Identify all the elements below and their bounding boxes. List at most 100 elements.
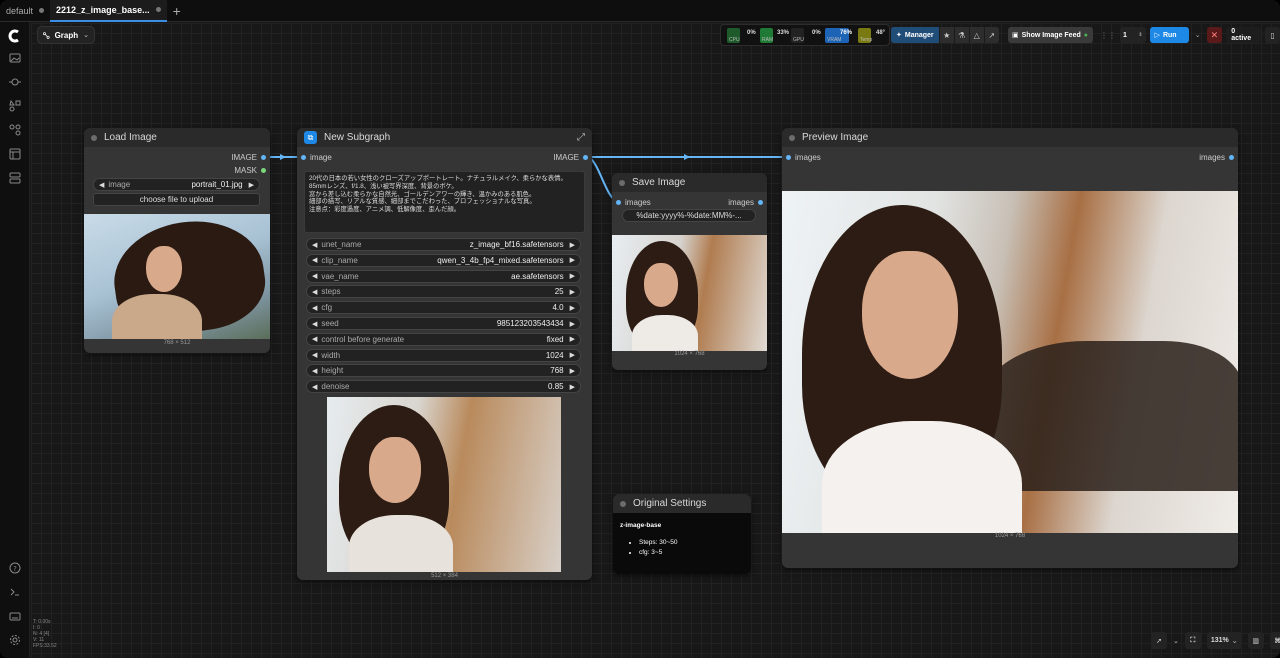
arrow-right-icon[interactable]: ▶ (570, 320, 575, 328)
output-image[interactable]: IMAGE (553, 152, 588, 163)
output-slot-icon[interactable] (261, 168, 266, 173)
filename-prefix-input[interactable]: %date:yyyy%-%date:MM%-... (622, 209, 756, 222)
share-icon[interactable]: ↗ (983, 27, 999, 43)
output-slot-icon[interactable] (1229, 155, 1234, 160)
tab-workflow[interactable]: 2212_z_image_base... (50, 0, 167, 22)
widget-denoise[interactable]: ◀ denoise 0.85 ▶ (306, 380, 581, 394)
widget-width[interactable]: ◀ width 1024 ▶ (306, 348, 581, 362)
preview-image-node[interactable]: Preview Image images images 1024 × 768 (782, 128, 1238, 568)
images-icon[interactable] (7, 50, 23, 66)
arrow-right-icon[interactable]: ▶ (570, 335, 575, 343)
arrow-left-icon[interactable]: ◀ (312, 351, 317, 359)
arrow-left-icon[interactable]: ◀ (99, 181, 104, 189)
node-title-bar[interactable]: ⧉ New Subgraph ⤢ (297, 128, 592, 147)
cancel-run-button[interactable]: ✕ (1206, 27, 1223, 43)
select-tool-button[interactable]: ➚ (1151, 632, 1167, 649)
settings-gear-icon[interactable] (7, 632, 23, 648)
widget-vae_name[interactable]: ◀ vae_name ae.safetensors ▶ (306, 269, 581, 283)
show-image-feed-button[interactable]: ▣ Show Image Feed ● (1008, 27, 1093, 43)
save-image-node[interactable]: Save Image images images %date:yyyy%-%da… (612, 173, 767, 370)
arrow-left-icon[interactable]: ◀ (312, 241, 317, 249)
fit-view-button[interactable]: ⛶ (1184, 632, 1201, 649)
star-icon[interactable]: ★ (938, 27, 954, 43)
output-image[interactable]: IMAGE (231, 152, 266, 163)
node-title-bar[interactable]: Original Settings (613, 494, 751, 513)
toggle-panel-icon[interactable]: ▯ (1265, 27, 1280, 43)
arrow-right-icon[interactable]: ▶ (570, 288, 575, 296)
collapse-dot-icon[interactable] (91, 134, 97, 141)
collapse-dot-icon[interactable] (620, 500, 626, 507)
input-slot-icon[interactable] (616, 200, 621, 205)
new-tab-icon[interactable]: + (167, 3, 187, 19)
arrow-left-icon[interactable]: ◀ (312, 256, 317, 264)
widget-steps[interactable]: ◀ steps 25 ▶ (306, 285, 581, 299)
node-title-bar[interactable]: Preview Image (782, 128, 1238, 147)
queue-icon[interactable] (7, 74, 23, 90)
arrow-right-icon[interactable]: ▶ (570, 383, 575, 391)
tab-default[interactable]: default (0, 0, 50, 22)
templates-icon[interactable] (7, 170, 23, 186)
arrow-left-icon[interactable]: ◀ (312, 335, 317, 343)
arrow-right-icon[interactable]: ▶ (570, 241, 575, 249)
arrow-left-icon[interactable]: ◀ (312, 304, 317, 312)
arrow-left-icon[interactable]: ◀ (312, 272, 317, 280)
subgraph-node[interactable]: ⧉ New Subgraph ⤢ image IMAGE 20代の日本の若い女性… (297, 128, 592, 580)
flask-icon[interactable]: ⚗ (953, 27, 969, 43)
upload-button[interactable]: choose file to upload (93, 193, 260, 206)
link-visibility-button[interactable]: ⌘ (1269, 632, 1280, 649)
run-options-chevron-icon[interactable]: ⌄ (1193, 27, 1203, 43)
output-slot-icon[interactable] (758, 200, 763, 205)
widget-height[interactable]: ◀ height 768 ▶ (306, 364, 581, 378)
input-slot-icon[interactable] (301, 155, 306, 160)
input-image[interactable]: image (301, 152, 332, 163)
widget-seed[interactable]: ◀ seed 985123203543434 ▶ (306, 317, 581, 330)
zoom-dropdown[interactable]: 131% ⌄ (1206, 632, 1242, 649)
input-images[interactable]: images (616, 197, 651, 208)
output-slot-icon[interactable] (583, 155, 588, 160)
stepper-icon[interactable]: ⇕ (1138, 32, 1142, 38)
manager-button[interactable]: ✦ Manager (891, 27, 939, 43)
node-library-icon[interactable] (7, 122, 23, 138)
arrow-right-icon[interactable]: ▶ (570, 272, 575, 280)
open-subgraph-icon[interactable]: ⤢ (577, 132, 585, 143)
chevron-down-icon[interactable]: ⌄ (1173, 637, 1179, 645)
widget-cfg[interactable]: ◀ cfg 4.0 ▶ (306, 301, 581, 315)
input-slot-icon[interactable] (786, 155, 791, 160)
input-images[interactable]: images (786, 152, 821, 163)
node-title-bar[interactable]: Load Image (84, 128, 270, 147)
help-icon[interactable]: ? (7, 560, 23, 576)
arrow-left-icon[interactable]: ◀ (312, 383, 317, 391)
keyboard-icon[interactable] (7, 608, 23, 624)
image-select-widget[interactable]: ◀ image portrait_01.jpg ▶ (93, 178, 260, 191)
arrow-right-icon[interactable]: ▶ (570, 304, 575, 312)
graph-mode-button[interactable]: Graph ⌄ (37, 26, 95, 44)
widget-control-before-generate[interactable]: ◀ control before generate fixed ▶ (306, 332, 581, 346)
output-images[interactable]: images (728, 197, 763, 208)
batch-count-input[interactable]: 1 ⇕ (1120, 27, 1146, 43)
arrow-right-icon[interactable]: ▶ (570, 256, 575, 264)
original-settings-note[interactable]: Original Settings z-image-base Steps: 30… (613, 494, 751, 574)
arrow-left-icon[interactable]: ◀ (312, 320, 317, 328)
output-mask[interactable]: MASK (234, 165, 266, 176)
collapse-dot-icon[interactable] (789, 134, 795, 141)
models-icon[interactable] (7, 98, 23, 114)
arrow-right-icon[interactable]: ▶ (570, 367, 575, 375)
arrow-right-icon[interactable]: ▶ (249, 181, 254, 189)
comfy-logo-icon[interactable] (7, 28, 23, 44)
output-slot-icon[interactable] (261, 155, 266, 160)
widget-clip_name[interactable]: ◀ clip_name qwen_3_4b_fp4_mixed.safetensor… (306, 253, 581, 267)
drag-handle-icon[interactable]: ⋮⋮ (1100, 31, 1116, 40)
arrow-left-icon[interactable]: ◀ (312, 367, 317, 375)
node-title-bar[interactable]: Save Image (612, 173, 767, 192)
run-button[interactable]: ▷ Run (1149, 27, 1189, 43)
warning-icon[interactable]: △ (968, 27, 984, 43)
arrow-left-icon[interactable]: ◀ (312, 288, 317, 296)
workflows-icon[interactable] (7, 146, 23, 162)
collapse-dot-icon[interactable] (619, 179, 625, 186)
arrow-right-icon[interactable]: ▶ (570, 351, 575, 359)
output-images[interactable]: images (1199, 152, 1234, 163)
terminal-icon[interactable] (7, 584, 23, 600)
minimap-button[interactable]: ▥ (1247, 632, 1264, 649)
widget-unet_name[interactable]: ◀ unet_name z_image_bf16.safetensors ▶ (306, 238, 581, 251)
load-image-node[interactable]: Load Image IMAGE MASK ◀ image portrait_0… (84, 128, 270, 353)
